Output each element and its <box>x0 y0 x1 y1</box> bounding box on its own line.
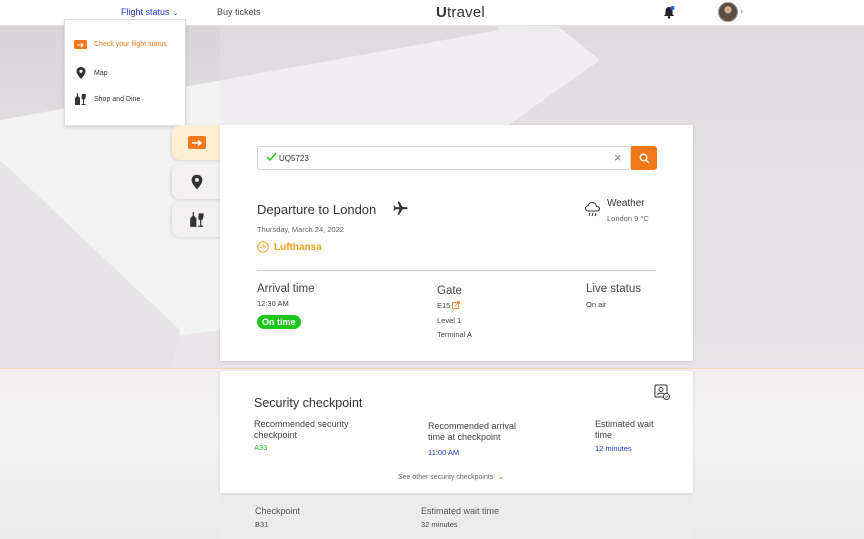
recommended-arrival-value: 11:00 AM <box>428 448 460 457</box>
check-icon <box>266 152 277 162</box>
security-checkpoint-card: Security checkpoint Recommended security… <box>220 371 693 493</box>
wait-time-label: Estimated wait time <box>421 506 500 516</box>
estimated-wait-value: 12 minutes <box>595 444 632 453</box>
dropdown-item-shop-dine[interactable]: Shop and Dine <box>74 92 140 106</box>
nav-flight-status-label: Flight status <box>121 7 170 17</box>
arrival-time-value: 12:30 AM <box>257 299 289 308</box>
departure-title: Departure to London <box>257 202 377 217</box>
search-icon <box>639 153 649 163</box>
wait-time-value: 32 minutes <box>421 520 458 529</box>
gate-level: Level 1 <box>437 316 462 325</box>
label-line: Recommended security <box>254 419 349 429</box>
gate-value-wrap: E15 <box>437 301 461 310</box>
dropdown-item-check-flight-status[interactable]: Check your flight status <box>74 37 167 51</box>
lufthansa-crane-icon <box>257 241 269 253</box>
external-link-icon[interactable] <box>452 301 461 309</box>
logo-text: travel <box>447 4 485 21</box>
see-other-label: See other security checkpoints <box>398 474 494 481</box>
divider <box>257 270 656 271</box>
flight-number-input[interactable] <box>279 154 579 163</box>
label-line: time at checkpoint <box>428 432 501 442</box>
label-line: Recommended arrival <box>428 421 517 431</box>
tab-shop-dine[interactable] <box>172 202 221 237</box>
nav-flight-status[interactable]: Flight status ⌄ <box>121 7 178 17</box>
user-avatar[interactable] <box>718 2 738 22</box>
security-title: Security checkpoint <box>254 396 363 410</box>
nav-buy-tickets[interactable]: Buy tickets <box>217 7 261 17</box>
search-button[interactable] <box>631 146 657 170</box>
airline: Lufthansa <box>257 241 322 253</box>
weather-value: London 9 °C <box>607 214 649 223</box>
flight-status-dropdown: Check your flight status Map Shop and Di… <box>64 19 186 126</box>
chevron-down-icon: ⌄ <box>172 10 179 17</box>
arrival-time-label: Arrival time <box>257 283 315 295</box>
airline-name: Lufthansa <box>274 241 322 253</box>
dropdown-item-label: Shop and Dine <box>94 95 141 103</box>
recommended-arrival-label: Recommended arrival time at checkpoint <box>428 421 516 443</box>
rain-cloud-icon <box>584 201 601 217</box>
weather-label: Weather <box>607 198 645 209</box>
dropdown-item-label: Map <box>94 69 108 77</box>
logo-initial: U <box>436 4 448 21</box>
checkpoint-label: Checkpoint <box>255 506 301 516</box>
see-other-checkpoints-link[interactable]: See other security checkpoints ⌄ <box>398 472 504 481</box>
label-line: time <box>595 430 613 440</box>
shop-dine-icon <box>189 212 204 227</box>
dropdown-item-map[interactable]: Map <box>74 66 108 80</box>
live-status-label: Live status <box>586 283 641 295</box>
status-badge: On time <box>257 315 301 329</box>
flight-status-icon <box>187 136 206 149</box>
airplane-icon <box>393 201 408 215</box>
map-pin-icon <box>74 67 87 80</box>
recommended-checkpoint-label: Recommended security checkpoint <box>254 419 349 441</box>
checkpoint-value: B31 <box>255 520 269 529</box>
live-status-value: On air <box>586 300 607 309</box>
estimated-wait-label: Estimated wait time <box>595 419 654 441</box>
map-pin-icon <box>191 174 202 189</box>
label-line: checkpoint <box>254 430 298 440</box>
clear-icon[interactable]: × <box>614 151 622 165</box>
departure-date: Thursday, March 24, 2022 <box>257 225 344 234</box>
gate-label: Gate <box>437 285 462 297</box>
gate-value: E15 <box>437 301 451 310</box>
other-checkpoint-row: Checkpoint B31 Estimated wait time 32 mi… <box>220 495 693 539</box>
flight-status-card: × Departure to London Thursday, March 24… <box>220 125 693 361</box>
notification-bell-icon[interactable] <box>662 5 676 19</box>
tab-map[interactable] <box>172 164 221 199</box>
security-officer-icon <box>654 384 670 400</box>
shop-dine-icon <box>74 93 87 106</box>
flight-status-icon <box>74 38 87 51</box>
label-line: Estimated wait <box>595 419 654 429</box>
chevron-down-icon: ⌄ <box>497 472 505 481</box>
recommended-checkpoint-value: A33 <box>254 443 268 452</box>
dropdown-item-label: Check your flight status <box>94 40 167 48</box>
app-logo[interactable]: Utravel <box>436 4 485 21</box>
flight-search-box: × <box>257 146 631 170</box>
gate-terminal: Terminal A <box>437 330 473 339</box>
tab-flight-status[interactable] <box>172 125 221 160</box>
chevron-right-icon[interactable]: › <box>740 6 743 16</box>
